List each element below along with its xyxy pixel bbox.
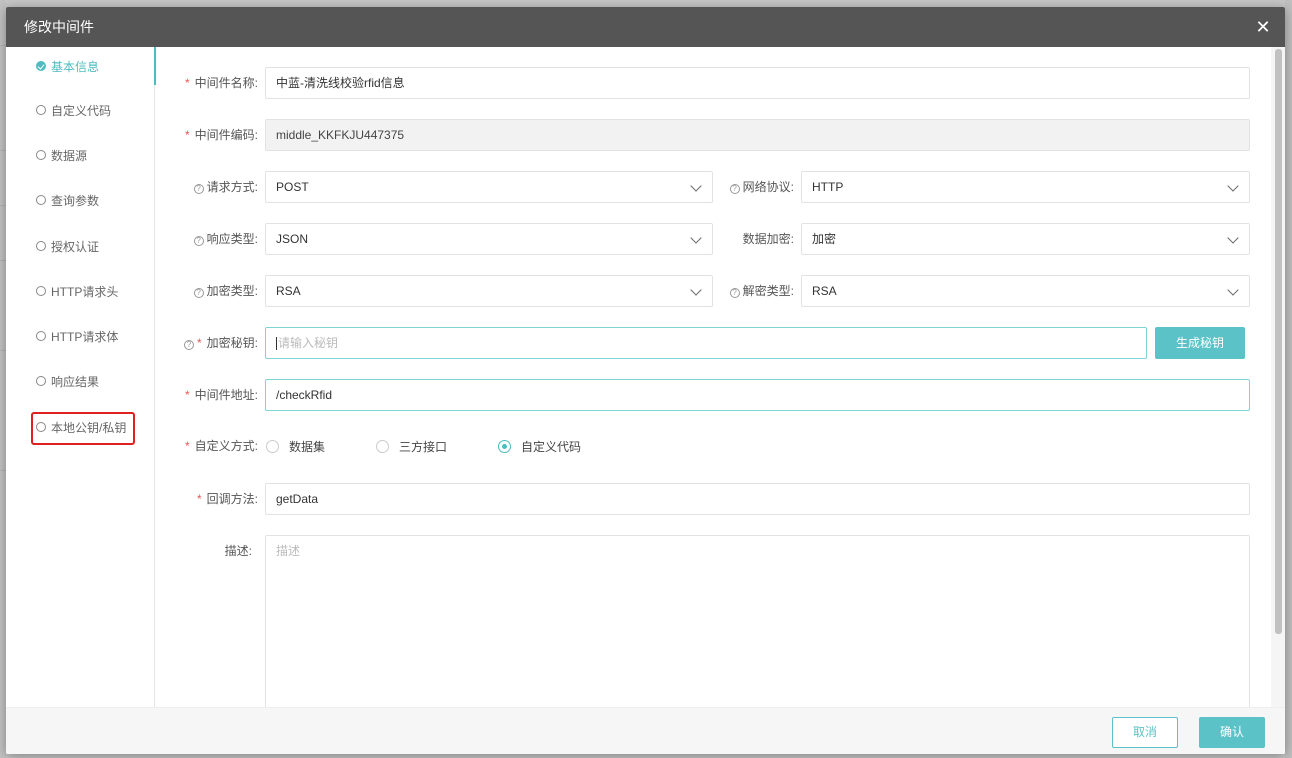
secret-key-input[interactable]: 请输入秘钥 bbox=[265, 327, 1147, 359]
radio-dataset[interactable]: 数据集 bbox=[266, 430, 325, 462]
chevron-down-icon bbox=[1227, 232, 1239, 244]
address-input[interactable]: /checkRfid bbox=[265, 379, 1250, 411]
chevron-down-icon bbox=[1227, 284, 1239, 296]
response-type-label: ? 响应类型: bbox=[156, 223, 258, 255]
description-label: 描述: bbox=[224, 544, 252, 558]
nav-item-label: 本地公钥/私钥 bbox=[51, 420, 127, 435]
decrypt-type-select[interactable]: RSA bbox=[801, 275, 1250, 307]
circle-icon bbox=[36, 286, 46, 296]
code-label: * 中间件编码: bbox=[184, 128, 258, 142]
radio-custom-code[interactable]: 自定义代码 bbox=[498, 430, 581, 462]
required-mark: * bbox=[196, 336, 202, 350]
address-label: * 中间件地址: bbox=[184, 388, 258, 402]
circle-icon bbox=[36, 422, 46, 432]
request-method-label: ? 请求方式: bbox=[156, 171, 258, 203]
generate-key-button[interactable]: 生成秘钥 bbox=[1155, 327, 1245, 359]
encrypt-type-label: ? 加密类型: bbox=[156, 275, 258, 307]
check-circle-icon bbox=[36, 61, 46, 71]
custom-mode-label: * 自定义方式: bbox=[184, 439, 258, 453]
circle-icon bbox=[36, 331, 46, 341]
dialog-header: 修改中间件 ✕ bbox=[6, 7, 1285, 47]
chevron-down-icon bbox=[690, 284, 702, 296]
required-mark: * bbox=[184, 388, 190, 402]
required-mark: * bbox=[184, 439, 190, 453]
circle-icon bbox=[36, 195, 46, 205]
code-input: middle_KKFKJU447375 bbox=[265, 119, 1250, 151]
required-mark: * bbox=[184, 76, 190, 90]
radio-circle-icon bbox=[376, 439, 389, 453]
dialog-title: 修改中间件 bbox=[24, 19, 94, 35]
nav-item-label: 基本信息 bbox=[51, 59, 100, 74]
required-mark: * bbox=[184, 128, 190, 142]
nav-item-label: 查询参数 bbox=[51, 193, 100, 208]
chevron-down-icon bbox=[690, 180, 702, 192]
nav-item-http-body[interactable]: HTTP请求体 bbox=[6, 317, 155, 355]
dialog-footer: 取消 确认 bbox=[6, 707, 1285, 754]
decrypt-type-label: ? 解密类型: bbox=[716, 275, 794, 307]
radio-checked-icon bbox=[498, 439, 511, 453]
nav-item-response[interactable]: 响应结果 bbox=[6, 362, 155, 400]
callback-label: * 回调方法: bbox=[196, 492, 258, 506]
radio-third-party[interactable]: 三方接口 bbox=[376, 430, 447, 462]
cancel-button[interactable]: 取消 bbox=[1112, 717, 1178, 748]
callback-input[interactable]: getData bbox=[265, 483, 1250, 515]
request-method-select[interactable]: POST bbox=[265, 171, 713, 203]
data-encrypt-label: 数据加密: bbox=[742, 232, 794, 246]
name-label: * 中间件名称: bbox=[184, 76, 258, 90]
text-caret bbox=[276, 337, 277, 351]
form-area: * 中间件名称: 中蓝-清洗线校验rfid信息 * 中间件编码: middle_KK… bbox=[156, 47, 1271, 707]
help-icon[interactable]: ? bbox=[729, 184, 740, 194]
close-icon[interactable]: ✕ bbox=[1253, 17, 1273, 37]
secret-key-label: ? * 加密秘钥: bbox=[156, 327, 258, 359]
nav-item-label: 数据源 bbox=[51, 148, 88, 163]
circle-icon bbox=[36, 241, 46, 251]
help-icon[interactable]: ? bbox=[729, 288, 740, 298]
nav-item-label: 自定义代码 bbox=[51, 103, 112, 118]
required-mark: * bbox=[196, 492, 202, 506]
dialog-body: 基本信息 自定义代码 数据源 查询参数 授权认证 HTTP请求头 HTTP请求体… bbox=[6, 47, 1285, 707]
chevron-down-icon bbox=[690, 232, 702, 244]
nav-item-http-headers[interactable]: HTTP请求头 bbox=[6, 272, 155, 310]
description-textarea[interactable]: 描述 bbox=[265, 535, 1250, 707]
nav-item-basic-info[interactable]: 基本信息 bbox=[6, 47, 156, 85]
nav-item-label: 响应结果 bbox=[51, 374, 100, 389]
protocol-label: ? 网络协议: bbox=[716, 171, 794, 203]
help-icon[interactable]: ? bbox=[193, 184, 204, 194]
data-encrypt-select[interactable]: 加密 bbox=[801, 223, 1250, 255]
nav-item-data-source[interactable]: 数据源 bbox=[6, 136, 155, 174]
edit-middleware-dialog: 修改中间件 ✕ 基本信息 自定义代码 数据源 查询参数 授权认证 HTTP请求头… bbox=[6, 7, 1285, 754]
chevron-down-icon bbox=[1227, 180, 1239, 192]
step-nav: 基本信息 自定义代码 数据源 查询参数 授权认证 HTTP请求头 HTTP请求体… bbox=[6, 47, 156, 707]
help-icon[interactable]: ? bbox=[193, 288, 204, 298]
circle-icon bbox=[36, 376, 46, 386]
name-input[interactable]: 中蓝-清洗线校验rfid信息 bbox=[265, 67, 1250, 99]
help-icon[interactable]: ? bbox=[183, 340, 194, 350]
nav-item-label: HTTP请求头 bbox=[51, 284, 119, 299]
encrypt-type-select[interactable]: RSA bbox=[265, 275, 713, 307]
circle-icon bbox=[36, 150, 46, 160]
nav-item-query-params[interactable]: 查询参数 bbox=[6, 181, 155, 219]
nav-item-local-keys[interactable]: 本地公钥/私钥 bbox=[6, 408, 155, 446]
circle-icon bbox=[36, 105, 46, 115]
confirm-button[interactable]: 确认 bbox=[1199, 717, 1265, 748]
nav-item-label: 授权认证 bbox=[51, 239, 100, 254]
nav-item-custom-code[interactable]: 自定义代码 bbox=[6, 91, 155, 129]
radio-circle-icon bbox=[266, 439, 279, 453]
response-type-select[interactable]: JSON bbox=[265, 223, 713, 255]
protocol-select[interactable]: HTTP bbox=[801, 171, 1250, 203]
help-icon[interactable]: ? bbox=[193, 236, 204, 246]
scrollbar-thumb[interactable] bbox=[1275, 49, 1282, 634]
nav-item-auth[interactable]: 授权认证 bbox=[6, 227, 155, 265]
nav-item-label: HTTP请求体 bbox=[51, 329, 119, 344]
scrollbar[interactable] bbox=[1271, 47, 1285, 707]
